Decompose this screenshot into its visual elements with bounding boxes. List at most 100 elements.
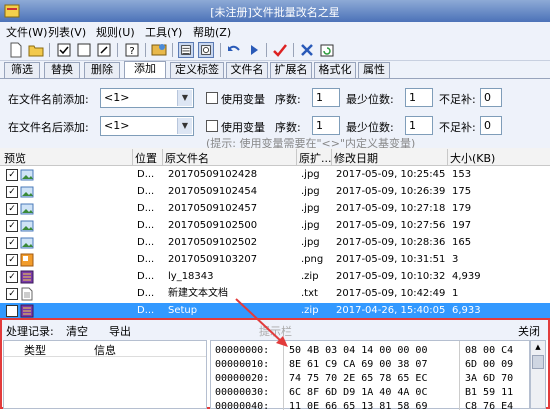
col-preview[interactable]: 预览: [4, 150, 26, 166]
col-original-name[interactable]: 原文件名: [165, 150, 209, 166]
preview-icon[interactable]: [198, 42, 214, 58]
row-modified-date: 2017-05-09, 10:31:51: [336, 254, 446, 265]
table-row[interactable]: ✓ D... 20170509102457 .jpg 2017-05-09, 10:27…: [0, 201, 550, 218]
uncheck-all-icon[interactable]: [76, 42, 92, 58]
row-checkbox[interactable]: ✓: [6, 254, 18, 266]
row-checkbox[interactable]: ✓: [6, 220, 18, 232]
row-location: D...: [137, 288, 155, 299]
zip-file-icon: [20, 270, 34, 284]
row-original-name: 20170509102428: [168, 169, 258, 180]
row-checkbox[interactable]: ✓: [6, 237, 18, 249]
tab-attributes[interactable]: 属性: [358, 62, 390, 78]
refresh-icon[interactable]: [319, 42, 335, 58]
col-original-ext[interactable]: 原扩...: [299, 150, 332, 166]
row-original-name: 20170509103207: [168, 254, 258, 265]
new-file-icon[interactable]: [8, 42, 24, 58]
suffix-pad-input[interactable]: 0: [480, 116, 502, 135]
row-size: 4,939: [452, 271, 481, 282]
prefix-pad-input[interactable]: 0: [480, 88, 502, 107]
prefix-combo[interactable]: <1> ▼: [100, 88, 194, 108]
check-all-icon[interactable]: [56, 42, 72, 58]
tab-replace[interactable]: 替换: [44, 62, 80, 78]
hex-address: 00000000:: [215, 345, 270, 356]
suffix-min-digits-input[interactable]: 1: [405, 116, 433, 135]
help-icon[interactable]: ?: [124, 42, 140, 58]
tab-delete[interactable]: 删除: [84, 62, 120, 78]
log-list[interactable]: 类型 信息: [3, 340, 207, 409]
chevron-down-icon[interactable]: ▼: [177, 118, 192, 134]
row-modified-date: 2017-05-09, 10:28:36: [336, 237, 446, 248]
hex-bytes: B1 59 11: [465, 387, 514, 398]
suffix-use-var-checkbox[interactable]: [206, 120, 218, 132]
tab-add[interactable]: 添加: [124, 61, 166, 78]
scroll-up-icon[interactable]: ▲: [533, 343, 543, 353]
tab-filename[interactable]: 文件名: [226, 62, 268, 78]
col-size[interactable]: 大小(KB): [450, 150, 495, 166]
delete-icon[interactable]: [299, 42, 315, 58]
table-row[interactable]: ✓ D... 新建文本文档 .txt 2017-05-09, 10:42:49 1: [0, 286, 550, 303]
menu-rules[interactable]: 规则(U): [96, 24, 135, 40]
settings-icon[interactable]: [151, 42, 167, 58]
prefix-min-digits-input[interactable]: 1: [405, 88, 433, 107]
play-icon[interactable]: [246, 42, 262, 58]
close-button[interactable]: 关闭: [518, 323, 540, 339]
export-button[interactable]: 导出: [109, 323, 131, 339]
suffix-seq-input[interactable]: 1: [312, 116, 340, 135]
menu-tools[interactable]: 工具(Y): [145, 24, 182, 40]
row-original-name: 20170509102457: [168, 203, 258, 214]
prefix-seq-input[interactable]: 1: [312, 88, 340, 107]
image-file-icon: [20, 237, 34, 249]
row-size: 179: [452, 203, 472, 214]
suffix-value: <1>: [104, 119, 130, 132]
hex-bytes: 6D 00 09: [465, 359, 514, 370]
table-row[interactable]: ✓ D... ly_18343 .zip 2017-05-09, 10:10:32 4,9…: [0, 269, 550, 286]
col-location[interactable]: 位置: [135, 150, 157, 166]
row-checkbox[interactable]: ✓: [6, 203, 18, 215]
hex-viewer[interactable]: 00000000: 50 4B 03 04 14 00 00 00 08 00 C4…: [210, 340, 530, 412]
tab-format[interactable]: 格式化: [314, 62, 356, 78]
prefix-seq-label: 序数:: [275, 93, 301, 106]
list-view-icon[interactable]: [178, 42, 194, 58]
suffix-combo[interactable]: <1> ▼: [100, 116, 194, 136]
tab-define-label[interactable]: 定义标签: [170, 62, 224, 78]
invert-check-icon[interactable]: [96, 42, 112, 58]
prefix-min-digits-label: 最少位数:: [346, 93, 394, 106]
menu-list[interactable]: 列表(V): [48, 24, 86, 40]
table-row[interactable]: ✓ D... 20170509102428 .jpg 2017-05-09, 10:25…: [0, 167, 550, 184]
menu-help[interactable]: 帮助(Z): [193, 24, 231, 40]
menu-file[interactable]: 文件(W): [6, 24, 47, 40]
hex-address: 00000010:: [215, 359, 270, 370]
chevron-down-icon[interactable]: ▼: [177, 90, 192, 106]
row-checkbox[interactable]: ✓: [6, 186, 18, 198]
table-row[interactable]: ✓ D... 20170509102502 .jpg 2017-05-09, 10:28…: [0, 235, 550, 252]
table-row[interactable]: ✓ D... 20170509102500 .jpg 2017-05-09, 10:27…: [0, 218, 550, 235]
hex-bytes: 74 75 70 2E 65 78 65 EC: [289, 373, 428, 384]
table-row[interactable]: ✓ D... 20170509102454 .jpg 2017-05-09, 10:26…: [0, 184, 550, 201]
suffix-seq-label: 序数:: [275, 121, 301, 134]
row-checkbox[interactable]: ✓: [6, 271, 18, 283]
table-row[interactable]: ✓ D... 20170509103207 .png 2017-05-09, 10:31…: [0, 252, 550, 269]
row-size: 3: [452, 254, 459, 265]
row-original-ext: .jpg: [301, 237, 320, 248]
hex-bytes: 08 00 C4: [465, 345, 514, 356]
row-location: D...: [137, 220, 155, 231]
row-modified-date: 2017-04-26, 15:40:05: [336, 305, 446, 316]
zip-file-icon: [20, 304, 34, 318]
row-checkbox[interactable]: ✓: [6, 169, 18, 181]
prefix-use-var-checkbox[interactable]: [206, 92, 218, 104]
image-file-icon: [20, 186, 34, 198]
tab-filter[interactable]: 筛选: [4, 62, 40, 78]
col-modified-date[interactable]: 修改日期: [334, 150, 378, 166]
row-size: 1: [452, 288, 459, 299]
prefix-label: 在文件名前添加:: [8, 93, 89, 106]
hex-scrollbar[interactable]: ▲: [530, 340, 546, 409]
row-size: 153: [452, 169, 472, 180]
open-folder-icon[interactable]: [28, 42, 44, 58]
clear-button[interactable]: 清空: [66, 323, 88, 339]
confirm-icon[interactable]: [272, 42, 288, 58]
scroll-thumb[interactable]: [532, 355, 544, 369]
tab-extension[interactable]: 扩展名: [270, 62, 312, 78]
row-checkbox[interactable]: ✓: [6, 288, 18, 300]
row-checkbox[interactable]: ✓: [6, 305, 18, 317]
undo-icon[interactable]: [226, 42, 242, 58]
